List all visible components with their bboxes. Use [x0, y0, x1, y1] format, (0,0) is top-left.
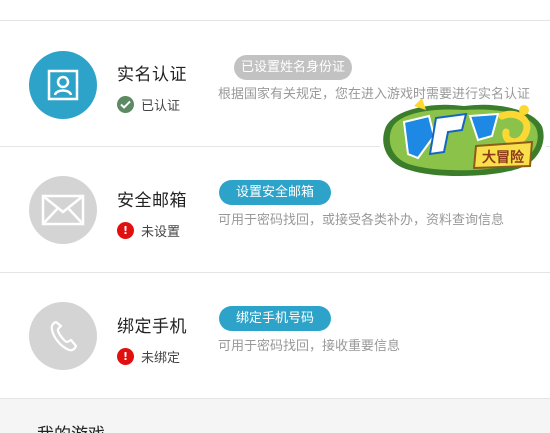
phone-description: 可用于密码找回，接收重要信息 — [218, 339, 401, 354]
account-security-page: 实名认证 已认证 已设置姓名身份证 根据国家有关规定，您在进入游戏时需要进行实名… — [0, 0, 550, 433]
email-title: 安全邮箱 — [117, 191, 187, 211]
my-games-title: 我的游戏 — [37, 420, 105, 433]
phone-status-label: 未绑定 — [141, 351, 181, 366]
exclamation-circle-icon: ! — [117, 348, 134, 365]
bind-phone-button[interactable]: 绑定手机号码 — [219, 306, 332, 331]
envelope-icon — [29, 176, 97, 244]
realname-status: 已认证 — [117, 95, 180, 114]
id-card-icon — [29, 51, 97, 119]
game-logo-icon[interactable]: 大冒险 — [374, 96, 550, 182]
email-description: 可用于密码找回，或接受各类补办，资料查询信息 — [218, 213, 505, 228]
divider — [0, 20, 550, 21]
game-logo-text: 大冒险 — [482, 149, 525, 166]
phone-icon — [29, 302, 97, 370]
email-status-label: 未设置 — [141, 225, 181, 240]
check-circle-icon — [117, 96, 134, 113]
divider — [0, 272, 550, 273]
email-status: ! 未设置 — [117, 221, 180, 240]
set-email-button[interactable]: 设置安全邮箱 — [219, 180, 332, 205]
phone-title: 绑定手机 — [117, 317, 187, 337]
realname-set-button[interactable]: 已设置姓名身份证 — [234, 55, 353, 80]
realname-title: 实名认证 — [117, 65, 187, 85]
exclamation-circle-icon: ! — [117, 222, 134, 239]
realname-status-label: 已认证 — [141, 99, 181, 114]
phone-status: ! 未绑定 — [117, 347, 180, 366]
